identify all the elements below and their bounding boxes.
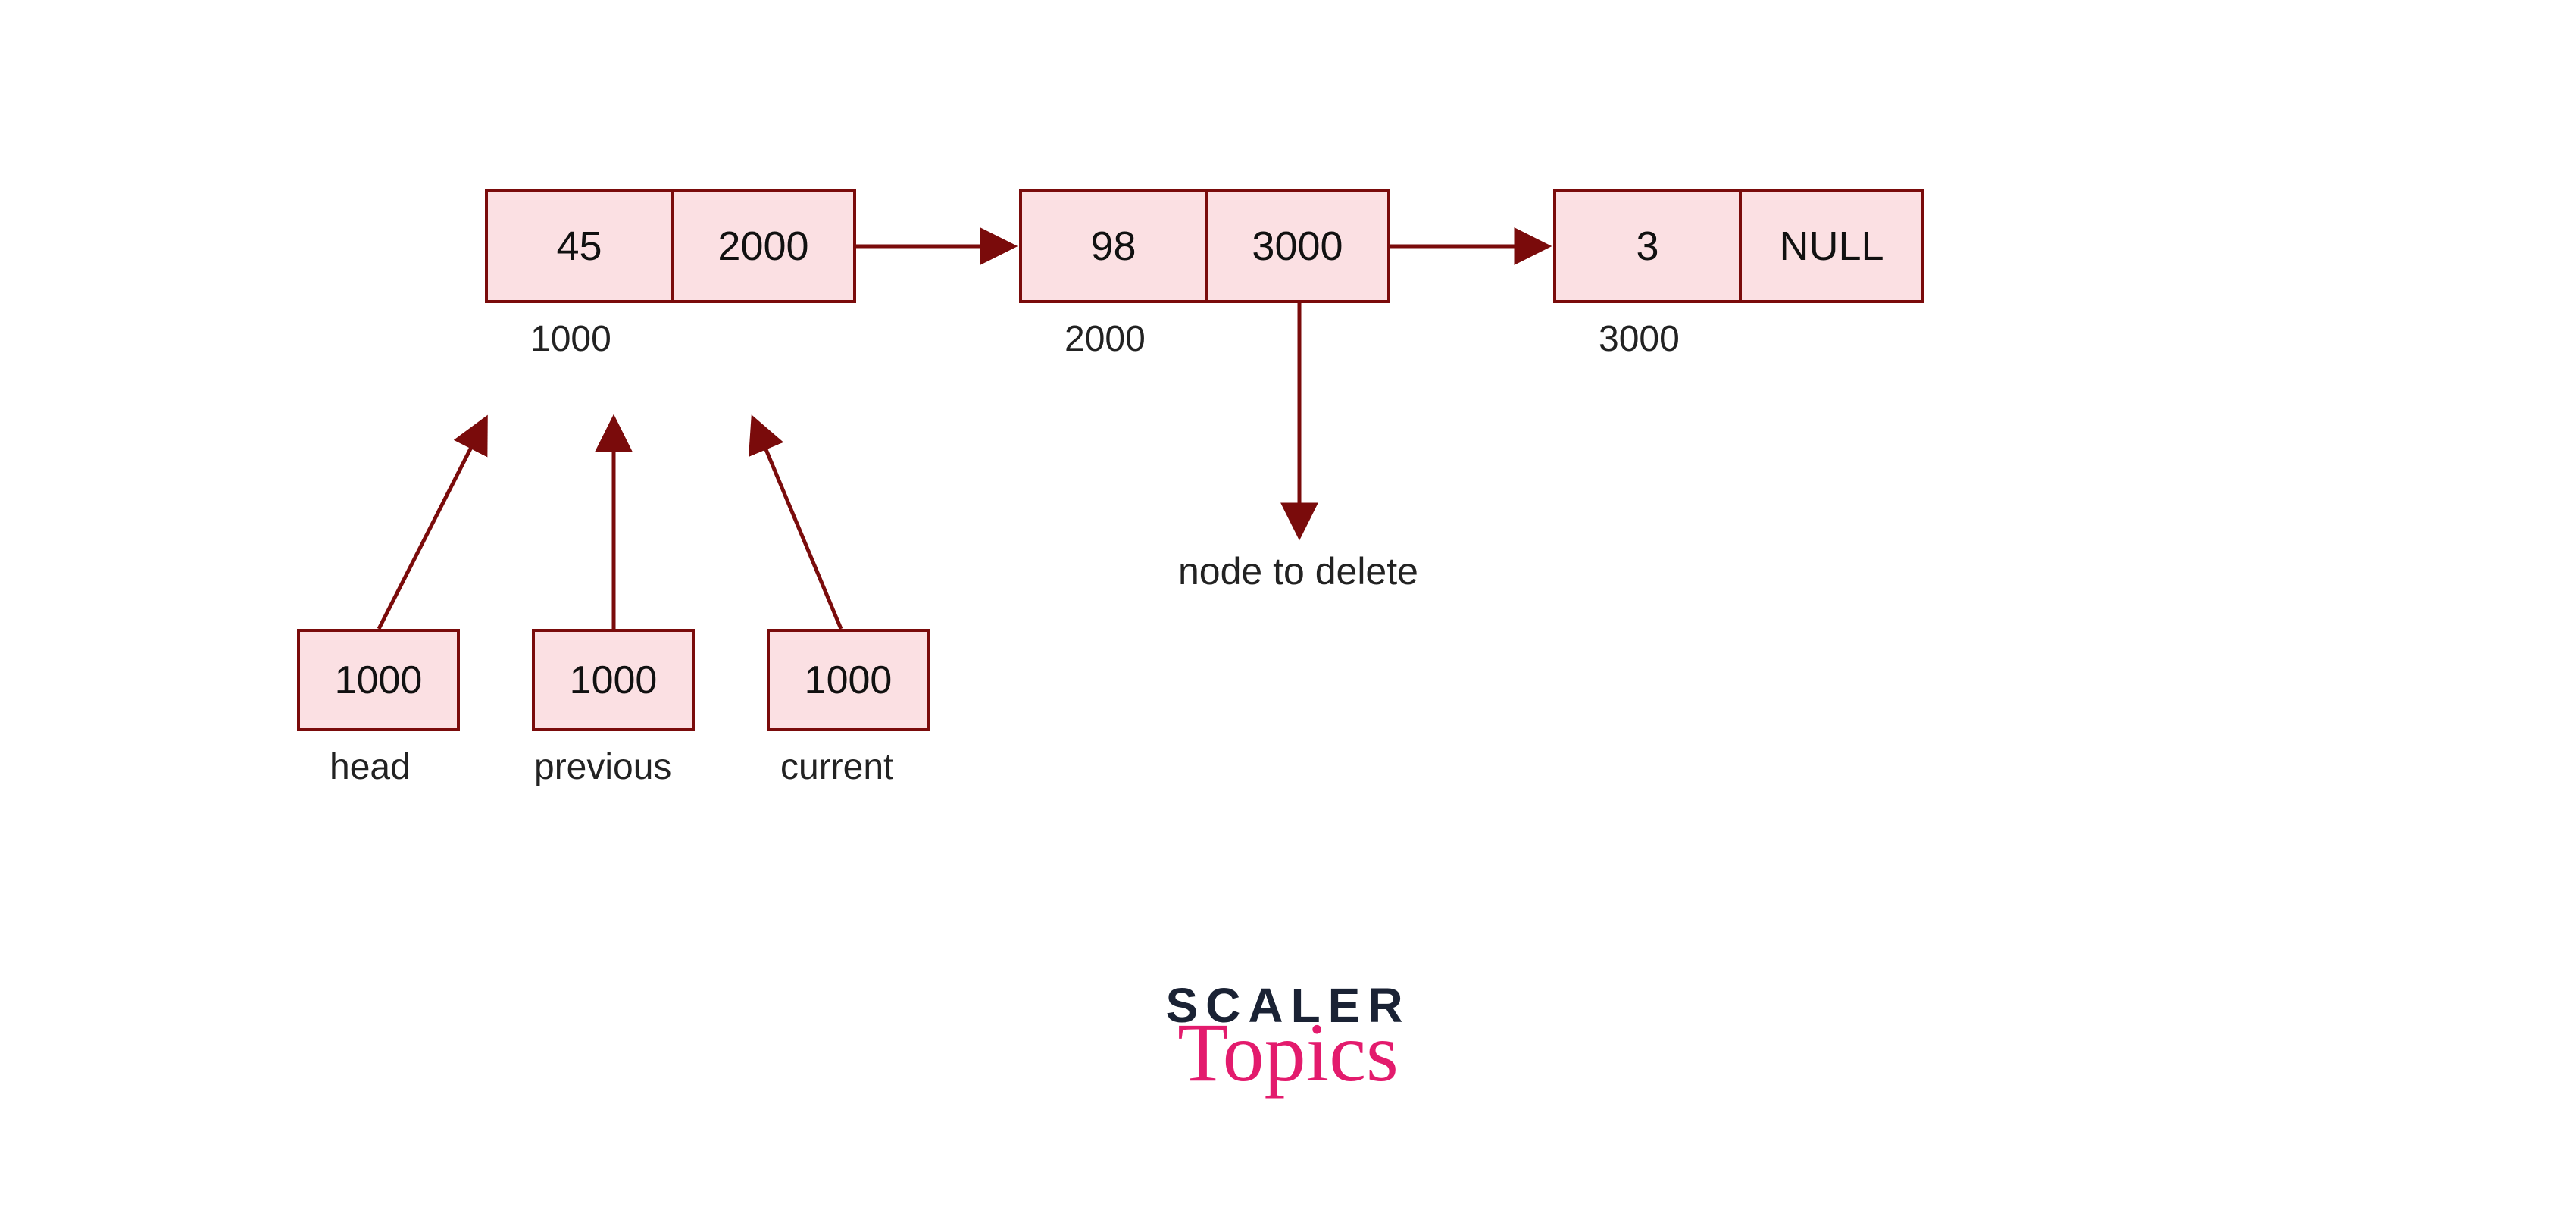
pointer-box-previous: 1000 [532,629,695,731]
node-address: 2000 [1064,318,1146,360]
node-next: NULL [1739,192,1921,300]
pointer-label: previous [534,746,671,788]
pointer-box-current: 1000 [767,629,930,731]
linked-list-node: 98 3000 [1019,189,1390,303]
node-next: 3000 [1205,192,1387,300]
node-data: 98 [1022,192,1205,300]
pointer-box-head: 1000 [297,629,460,731]
node-data: 45 [488,192,671,300]
node-address: 3000 [1599,318,1680,360]
node-next: 2000 [671,192,853,300]
logo-line2: Topics [1165,1011,1410,1094]
delete-annotation: node to delete [1178,549,1418,593]
node-address: 1000 [530,318,611,360]
linked-list-node: 45 2000 [485,189,856,303]
pointer-label: head [330,746,411,788]
node-data: 3 [1556,192,1739,300]
diagram-canvas: 45 2000 1000 98 3000 2000 3 NULL 3000 10… [0,0,2576,1213]
scaler-topics-logo: SCALER Topics [1165,977,1410,1094]
pointer-label: current [780,746,893,788]
linked-list-node: 3 NULL [1553,189,1924,303]
